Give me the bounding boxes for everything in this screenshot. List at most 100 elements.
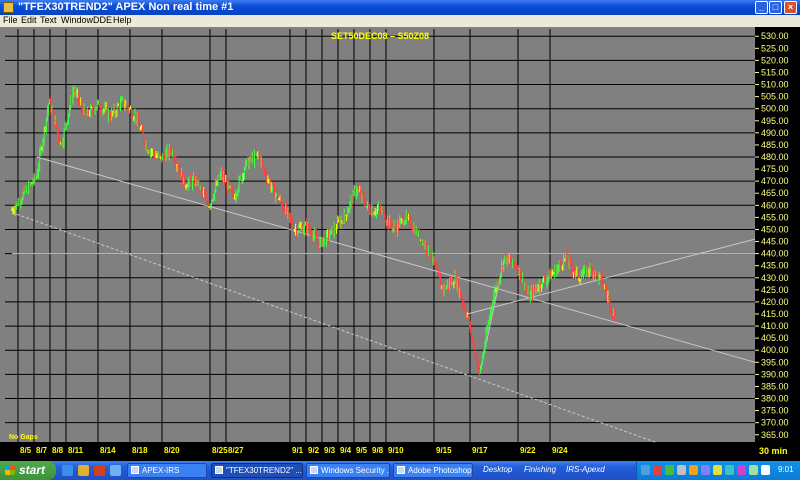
date-label: 9/4 — [340, 446, 352, 455]
no-gaps-note: No Gaps — [9, 434, 38, 441]
tray-app-icon[interactable] — [761, 465, 770, 475]
minimize-button[interactable]: _ — [755, 1, 768, 14]
price-tick-label: 515.00 — [761, 67, 789, 77]
price-tick-label: 435.00 — [761, 261, 789, 271]
price-tick-label: 525.00 — [761, 43, 789, 53]
maximize-button[interactable]: □ — [769, 1, 782, 14]
task-label: Adobe Photoshop — [408, 466, 472, 475]
windows-flag-icon — [5, 465, 15, 475]
tray-app-icon[interactable] — [701, 465, 710, 475]
price-tick-label: 440.00 — [761, 249, 789, 259]
price-tick-label: 465.00 — [761, 188, 789, 198]
tray-app-icon[interactable] — [689, 465, 698, 475]
price-tick-label: 505.00 — [761, 92, 789, 102]
plot-background — [0, 27, 800, 461]
price-tick-label: 460.00 — [761, 200, 789, 210]
browser-icon[interactable] — [62, 465, 73, 476]
price-tick-label: 520.00 — [761, 55, 789, 65]
price-tick-label: 485.00 — [761, 140, 789, 150]
price-tick-label: 395.00 — [761, 357, 789, 367]
date-label: 9/5 — [356, 446, 368, 455]
price-tick-label: 365.00 — [761, 430, 789, 440]
price-tick-label: 530.00 — [761, 31, 789, 41]
price-tick-label: 370.00 — [761, 418, 789, 428]
clock: 9:01 — [778, 465, 794, 474]
window-title: "TFEX30TREND2" APEX Non real time #1 — [18, 1, 234, 13]
chart-area[interactable]: 530.00 525.00 520.00 515.00 510.00 505.00 500.… — [0, 27, 800, 461]
tray-app-icon[interactable] — [737, 465, 746, 475]
date-label: 8/18 — [132, 446, 148, 455]
tray-app-icon[interactable] — [665, 465, 674, 475]
price-tick-label: 455.00 — [761, 212, 789, 222]
price-tick-label: 410.00 — [761, 321, 789, 331]
price-tick-label: 390.00 — [761, 369, 789, 379]
price-tick-label: 385.00 — [761, 381, 789, 391]
chart-title: SET50DEC08 – S50Z08 — [331, 31, 429, 41]
menu-text[interactable]: Text — [40, 15, 57, 25]
folder-icon[interactable] — [78, 465, 89, 476]
price-tick-label: 490.00 — [761, 128, 789, 138]
price-tick-label: 400.00 — [761, 345, 789, 355]
price-tick-label: 495.00 — [761, 116, 789, 126]
price-tick-label: 450.00 — [761, 224, 789, 234]
date-label: 8/14 — [100, 446, 116, 455]
toolbar-irs-apexd[interactable]: IRS-Apexd — [566, 465, 605, 474]
date-label: 8/27 — [228, 446, 244, 455]
date-label: 9/15 — [436, 446, 452, 455]
date-label: 9/1 — [292, 446, 304, 455]
price-chart[interactable]: 530.00 525.00 520.00 515.00 510.00 505.00 500.… — [0, 27, 800, 461]
price-tick-label: 405.00 — [761, 333, 789, 343]
date-label: 8/11 — [68, 446, 84, 455]
price-tick-label: 380.00 — [761, 394, 789, 404]
price-tick-label: 445.00 — [761, 237, 789, 247]
price-tick-label: 430.00 — [761, 273, 789, 283]
date-label: 9/3 — [324, 446, 336, 455]
app-icon[interactable] — [3, 2, 14, 13]
photoshop-icon — [397, 466, 405, 474]
start-button[interactable]: start — [0, 461, 56, 480]
menu-window[interactable]: Window — [61, 15, 93, 25]
date-label: 9/22 — [520, 446, 536, 455]
app-quicklaunch-icon[interactable] — [94, 465, 105, 476]
date-label: 8/5 — [20, 446, 32, 455]
menu-edit[interactable]: Edit — [21, 15, 37, 25]
task-label: "TFEX30TREND2" ... — [226, 466, 302, 475]
menu-file[interactable]: File — [3, 15, 18, 25]
close-button[interactable]: × — [784, 1, 797, 14]
task-windows-security[interactable]: Windows Security ... — [306, 463, 390, 478]
toolbar-desktop[interactable]: Desktop — [483, 465, 512, 474]
price-tick-label: 415.00 — [761, 309, 789, 319]
task-apex-irs[interactable]: APEX-IRS — [127, 463, 207, 478]
task-label: APEX-IRS — [142, 466, 180, 475]
task-adobe-photoshop[interactable]: Adobe Photoshop — [393, 463, 473, 478]
price-tick-label: 510.00 — [761, 80, 789, 90]
taskbar: start APEX-IRS "TFEX30TREND2" ... Window… — [0, 461, 800, 480]
toolbar-finishing[interactable]: Finishing — [524, 465, 556, 474]
task-label: Windows Security ... — [321, 466, 390, 475]
tray-app-icon[interactable] — [725, 465, 734, 475]
date-label: 9/17 — [472, 446, 488, 455]
network-icon[interactable] — [641, 465, 650, 475]
date-label: 9/10 — [388, 446, 404, 455]
price-tick-label: 470.00 — [761, 176, 789, 186]
date-label: 9/2 — [308, 446, 320, 455]
price-tick-label: 425.00 — [761, 285, 789, 295]
date-label: 8/20 — [164, 446, 180, 455]
price-tick-label: 480.00 — [761, 152, 789, 162]
task-tfex30trend2[interactable]: "TFEX30TREND2" ... — [211, 463, 303, 478]
desktop-icon[interactable] — [110, 465, 121, 476]
price-tick-label: 375.00 — [761, 406, 789, 416]
shield-icon — [310, 466, 318, 474]
date-label: 9/24 — [552, 446, 568, 455]
date-label: 8/7 — [36, 446, 48, 455]
apex-icon — [131, 466, 139, 474]
tray-app-icon[interactable] — [677, 465, 686, 475]
interval-label: 30 min — [759, 446, 788, 456]
antivirus-icon[interactable] — [653, 465, 662, 475]
apex-icon — [215, 466, 223, 474]
volume-icon[interactable] — [749, 465, 758, 475]
tray-app-icon[interactable] — [713, 465, 722, 475]
menu-help[interactable]: Help — [113, 15, 132, 25]
menu-dde[interactable]: DDE — [93, 15, 112, 25]
price-tick-label: 500.00 — [761, 104, 789, 114]
